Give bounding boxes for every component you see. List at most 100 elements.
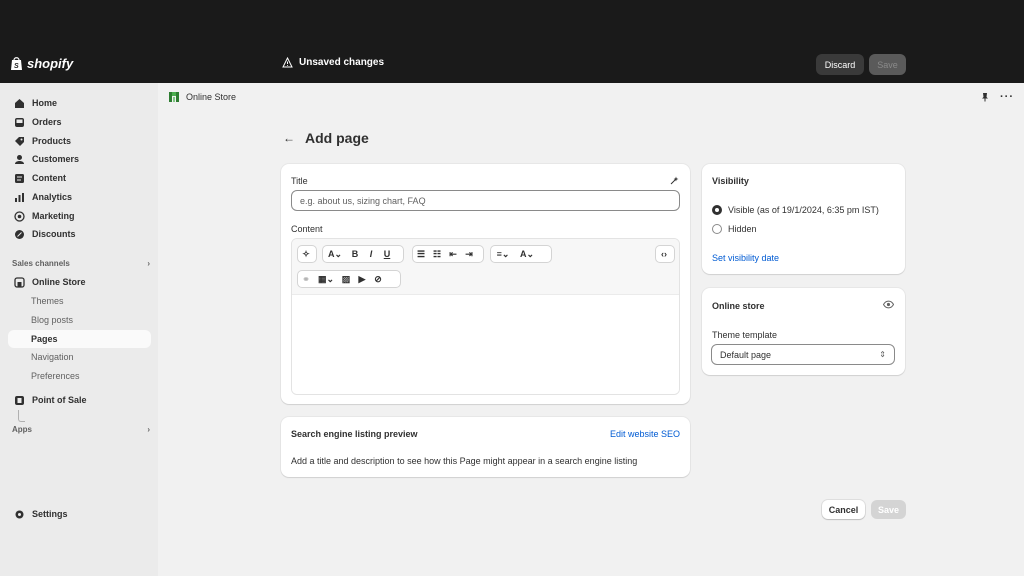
editor-toolbar: ✧ A⌄ B I U ☰ ☷ ⇤ ⇥ ≡⌄ A⌄ ‹› ⚭ ▦⌄ ▨ ▶ ⊘ (292, 239, 679, 295)
sidebar-item-marketing[interactable]: Marketing (8, 207, 151, 225)
title-label: Title (291, 176, 308, 186)
hidden-radio[interactable] (712, 224, 722, 234)
more-options-icon[interactable]: ··· (1000, 91, 1014, 103)
align-toolbar-group: ≡⌄ A⌄ (490, 245, 552, 263)
edit-seo-link[interactable]: Edit website SEO (610, 429, 680, 439)
sidebar-item-customers[interactable]: Customers (8, 150, 151, 168)
sidebar-sub-blog-posts[interactable]: Blog posts (8, 311, 151, 329)
shopify-logo[interactable]: S shopify (10, 56, 73, 71)
sidebar-item-label: Customers (32, 154, 80, 164)
bold-icon[interactable]: B (347, 246, 363, 262)
italic-icon[interactable]: I (363, 246, 379, 262)
magic-sparkle-icon[interactable]: ✧ (298, 246, 314, 262)
sidebar: Home Orders Products Customers Content A… (0, 83, 158, 576)
magic-sparkle-icon[interactable] (669, 176, 679, 186)
sidebar-item-products[interactable]: Products (8, 132, 151, 150)
page-content-card: Title e.g. about us, sizing chart, FAQ C… (281, 164, 690, 404)
app-bar-title: Online Store (186, 92, 237, 102)
image-icon[interactable]: ▨ (338, 271, 354, 287)
cancel-button[interactable]: Cancel (822, 500, 865, 519)
shopify-bag-icon: S (11, 57, 22, 70)
top-band (0, 0, 1024, 44)
save-button-bottom[interactable]: Save (871, 500, 906, 519)
sidebar-item-label: Settings (32, 509, 68, 519)
underline-icon[interactable]: U (379, 246, 395, 262)
visible-option[interactable]: Visible (as of 19/1/2024, 6:35 pm IST) (712, 205, 879, 215)
sidebar-sub-preferences[interactable]: Preferences (8, 367, 151, 385)
bar-chart-icon (15, 192, 24, 202)
svg-text:S: S (14, 63, 19, 70)
seo-preview-card: Search engine listing preview Edit websi… (281, 417, 690, 477)
code-view-icon[interactable]: ‹› (656, 246, 672, 262)
theme-template-select[interactable]: Default page ⇕ (711, 344, 895, 365)
discount-icon (15, 229, 24, 239)
discard-button[interactable]: Discard (816, 54, 864, 75)
link-icon[interactable]: ⚭ (298, 271, 314, 287)
indent-icon[interactable]: ⇥ (461, 246, 477, 262)
numbered-list-icon[interactable]: ☷ (429, 246, 445, 262)
sidebar-item-label: Home (32, 98, 58, 108)
align-dropdown-icon[interactable]: ≡⌄ (491, 246, 515, 262)
sidebar-sub-navigation[interactable]: Navigation (8, 348, 151, 366)
sidebar-sub-themes[interactable]: Themes (8, 292, 151, 310)
list-toolbar-group: ☰ ☷ ⇤ ⇥ (412, 245, 484, 263)
select-arrows-icon: ⇕ (879, 350, 886, 359)
sidebar-sub-pages[interactable]: Pages (8, 330, 151, 348)
warning-icon (282, 57, 293, 68)
apps-header[interactable]: Apps › (12, 425, 150, 434)
unsaved-text: Unsaved changes (299, 57, 385, 68)
set-visibility-date-link[interactable]: Set visibility date (712, 253, 779, 263)
sidebar-item-point-of-sale[interactable]: Point of Sale (8, 391, 151, 409)
sales-channels-header[interactable]: Sales channels › (12, 259, 150, 268)
back-arrow-icon[interactable]: ← (283, 131, 295, 145)
sidebar-item-settings[interactable]: Settings (8, 505, 151, 523)
target-icon (14, 210, 25, 222)
pin-icon[interactable] (980, 92, 990, 102)
page-title: Add page (305, 130, 369, 146)
clear-formatting-icon[interactable]: ⊘ (370, 271, 386, 287)
bullet-list-icon[interactable]: ☰ (413, 246, 429, 262)
visible-radio[interactable] (712, 205, 722, 215)
magic-toolbar-group: ✧ (297, 245, 317, 263)
visibility-heading: Visibility (712, 176, 749, 186)
font-style-dropdown-icon[interactable]: A⌄ (323, 246, 347, 262)
title-input[interactable]: e.g. about us, sizing chart, FAQ (291, 190, 680, 211)
sidebar-item-label: Orders (32, 117, 62, 127)
sidebar-item-label: Point of Sale (32, 395, 87, 405)
outdent-icon[interactable]: ⇤ (445, 246, 461, 262)
editor-body[interactable] (292, 295, 679, 394)
sidebar-item-label: Analytics (32, 192, 73, 202)
format-toolbar-group: A⌄ B I U (322, 245, 404, 263)
apps-label: Apps (12, 425, 32, 434)
theme-template-value: Default page (720, 349, 772, 360)
content-label: Content (291, 224, 323, 234)
visibility-card: Visibility Visible (as of 19/1/2024, 6:3… (702, 164, 905, 274)
page-header: ← Add page (283, 130, 369, 146)
text-color-dropdown-icon[interactable]: A⌄ (515, 246, 539, 262)
sidebar-item-content[interactable]: Content (8, 169, 151, 187)
seo-description: Add a title and description to see how t… (291, 456, 638, 466)
table-dropdown-icon[interactable]: ▦⌄ (314, 271, 338, 287)
sidebar-item-orders[interactable]: Orders (8, 113, 151, 131)
brand-name: shopify (27, 56, 74, 71)
video-icon[interactable]: ▶ (354, 271, 370, 287)
app-bar: Online Store ··· (158, 83, 1024, 111)
storefront-icon (14, 276, 25, 288)
sidebar-item-discounts[interactable]: Discounts (8, 225, 151, 243)
sidebar-item-label: Online Store (32, 277, 86, 287)
inbox-icon (15, 117, 24, 127)
home-icon (15, 98, 24, 108)
sidebar-item-analytics[interactable]: Analytics (8, 188, 151, 206)
document-icon (15, 173, 24, 183)
visible-label: Visible (as of 19/1/2024, 6:35 pm IST) (728, 205, 879, 215)
sidebar-item-label: Products (32, 136, 72, 146)
chevron-right-icon: › (147, 425, 150, 434)
save-button-top[interactable]: Save (869, 54, 906, 75)
eye-icon[interactable] (883, 300, 894, 309)
sidebar-item-online-store[interactable]: Online Store (8, 273, 151, 291)
sidebar-item-home[interactable]: Home (8, 94, 151, 112)
hidden-option[interactable]: Hidden (712, 224, 757, 234)
gear-icon (15, 510, 24, 518)
sidebar-item-label: Content (32, 173, 66, 183)
insert-toolbar-group: ⚭ ▦⌄ ▨ ▶ ⊘ (297, 270, 401, 288)
